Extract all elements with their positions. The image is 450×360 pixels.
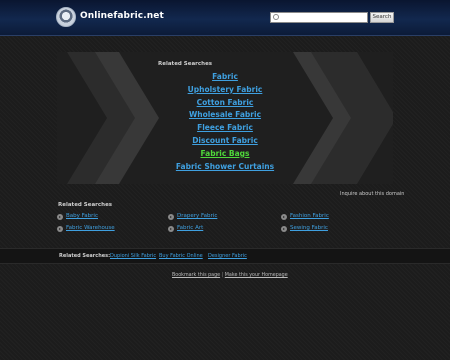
site-name[interactable]: Onlinefabric.net [80, 11, 164, 21]
footer-separator: | [221, 273, 224, 278]
search-button[interactable]: Search [370, 12, 394, 23]
main-link-discount-fabric[interactable]: Discount Fabric [150, 135, 300, 148]
bottom-link-buy-fabric-online[interactable]: Buy Fabric Online [159, 253, 203, 259]
site-logo-icon[interactable] [56, 7, 76, 27]
main-link-upholstery-fabric[interactable]: Upholstery Fabric [150, 84, 300, 97]
bottom-link-designer-fabric[interactable]: Designer Fabric [208, 253, 247, 259]
arrow-bullet-icon [281, 214, 287, 220]
related-link-fashion-fabric[interactable]: Fashion Fabric [290, 213, 329, 219]
bookmark-link[interactable]: Bookmark this page [172, 273, 220, 278]
main-link-wholesale-fabric[interactable]: Wholesale Fabric [150, 109, 300, 122]
related-link-baby-fabric[interactable]: Baby Fabric [66, 213, 98, 219]
main-link-fleece-fabric[interactable]: Fleece Fabric [150, 122, 300, 135]
related-searches-heading: Related Searches [158, 61, 213, 67]
inquire-domain-link[interactable]: Inquire about this domain [340, 191, 404, 197]
search-input[interactable] [270, 12, 368, 23]
main-link-fabric-shower-curtains[interactable]: Fabric Shower Curtains [150, 161, 300, 174]
related-link-fabric-warehouse[interactable]: Fabric Warehouse [66, 225, 115, 231]
main-link-fabric-bags[interactable]: Fabric Bags [150, 148, 300, 161]
homepage-link[interactable]: Make this your Homepage [225, 273, 288, 278]
main-links-list: Fabric Upholstery Fabric Cotton Fabric W… [150, 71, 300, 173]
related-link-fabric-art[interactable]: Fabric Art [177, 225, 203, 231]
main-link-fabric[interactable]: Fabric [150, 71, 300, 84]
arrow-bullet-icon [57, 214, 63, 220]
bottom-related-bar: Related Searches: Dupioni Silk Fabric Bu… [0, 248, 450, 264]
arrow-bullet-icon [168, 226, 174, 232]
bottom-link-dupioni-silk-fabric[interactable]: Dupioni Silk Fabric [110, 253, 156, 259]
bottom-related-label: Related Searches: [59, 253, 111, 259]
arrow-bullet-icon [281, 226, 287, 232]
related-link-sewing-fabric[interactable]: Sewing Fabric [290, 225, 328, 231]
arrow-bullet-icon [57, 226, 63, 232]
related-grid-heading: Related Searches [58, 202, 113, 208]
related-link-drapery-fabric[interactable]: Drapery Fabric [177, 213, 217, 219]
footer: Bookmark this page | Make this your Home… [172, 273, 288, 278]
header-bar: Onlinefabric.net Search [0, 0, 450, 36]
search-icon [273, 14, 279, 20]
main-link-cotton-fabric[interactable]: Cotton Fabric [150, 97, 300, 110]
arrow-bullet-icon [168, 214, 174, 220]
